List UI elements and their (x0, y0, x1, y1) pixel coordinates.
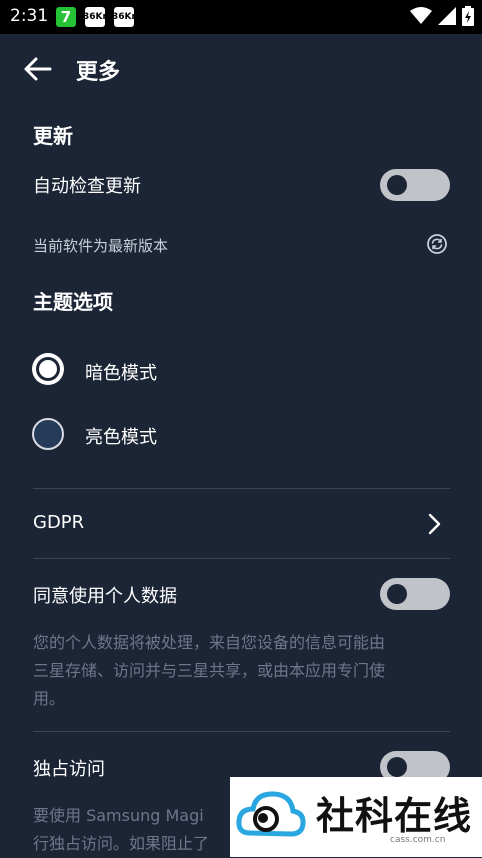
exclusive-access-label: 独占访问 (33, 759, 105, 780)
notification-icon: 36Kr (112, 7, 136, 27)
status-bar: 2:31 7 36Kr 36Kr (0, 0, 482, 34)
watermark-url: cass.com.cn (390, 835, 446, 845)
signal-icon (438, 7, 456, 25)
top-app-bar: 更多 (0, 34, 482, 104)
watermark: 社科在线 cass.com.cn (230, 777, 482, 857)
dark-mode-label[interactable]: 暗色模式 (85, 359, 157, 385)
status-time: 2:31 (10, 6, 49, 26)
divider (33, 558, 450, 559)
light-mode-label[interactable]: 亮色模式 (85, 423, 157, 449)
back-arrow-icon[interactable] (22, 54, 52, 84)
theme-section-title: 主题选项 (33, 290, 113, 314)
update-status-text: 当前软件为最新版本 (33, 237, 169, 255)
refresh-icon[interactable] (426, 233, 448, 255)
chevron-right-icon[interactable] (424, 512, 444, 536)
dark-mode-radio[interactable] (32, 353, 64, 385)
wifi-icon (410, 7, 432, 24)
divider (33, 488, 450, 489)
battery-icon (462, 6, 474, 26)
cloud-eye-logo-icon (236, 791, 306, 837)
auto-check-update-toggle[interactable] (380, 169, 450, 201)
personal-data-description: 您的个人数据将被处理，来自您设备的信息可能由 三星存储、访问并与三星共享，或由本… (33, 633, 386, 708)
system-icons (410, 6, 474, 26)
personal-data-label: 同意使用个人数据 (33, 586, 177, 607)
notification-icon: 36Kr (83, 7, 107, 27)
notification-icon: 7 (56, 7, 76, 27)
personal-data-toggle[interactable] (380, 578, 450, 610)
auto-check-update-label: 自动检查更新 (33, 176, 141, 197)
page-title: 更多 (76, 60, 121, 85)
update-section-title: 更新 (33, 124, 73, 148)
gdpr-label[interactable]: GDPR (33, 512, 84, 533)
light-mode-radio[interactable] (32, 418, 64, 450)
divider (33, 731, 450, 732)
watermark-text: 社科在线 (316, 794, 473, 838)
